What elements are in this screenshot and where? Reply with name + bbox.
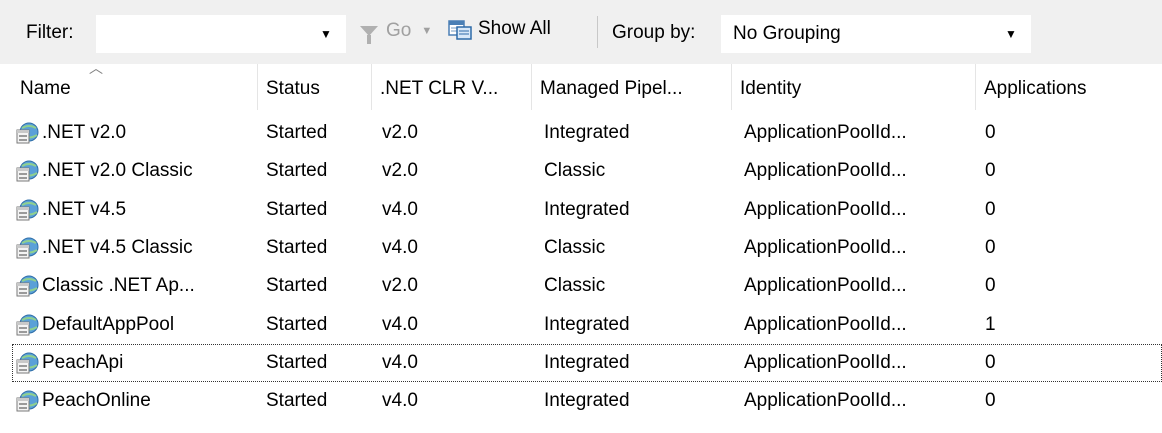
group-by-dropdown-arrow-icon[interactable]: ▼ [1005,27,1017,41]
pool-apps: 0 [985,236,996,258]
pool-clr: v2.0 [382,160,418,182]
application-pool-icon [16,237,39,259]
pool-name: Classic .NET Ap... [42,275,195,297]
go-button[interactable]: Go ▼ [360,20,432,44]
pool-pipeline: Integrated [544,351,630,373]
column-header-clr-version-label: .NET CLR V... [380,78,499,99]
list-item[interactable]: PeachApi Started v4.0 Integrated Application… [0,343,1162,382]
pool-status: Started [266,390,328,412]
show-all-button[interactable]: Show All [448,18,551,40]
go-dropdown-arrow-icon[interactable]: ▼ [421,25,432,37]
group-by-select[interactable]: No Grouping [720,14,1032,54]
pool-clr: v2.0 [382,122,418,143]
list-item[interactable]: .NET v4.5 Classic Started v4.0 Classic Appli… [0,229,1162,267]
list-item[interactable]: .NET v4.5 Started v4.0 Integrated Applicatio… [0,191,1162,229]
pool-identity: ApplicationPoolId... [744,198,907,220]
pool-identity: ApplicationPoolId... [744,160,907,182]
pool-name: .NET v4.5 Classic [42,236,193,258]
list-item[interactable]: .NET v2.0 Classic Started v2.0 Classic Appli… [0,152,1162,190]
pool-status: Started [266,351,328,373]
pool-identity: ApplicationPoolId... [744,313,907,335]
pool-apps: 0 [985,122,996,143]
column-header-identity[interactable]: Identity [732,64,976,110]
pool-name: PeachOnline [42,390,151,412]
filter-toolbar: Filter: ▼ Go ▼ Show All Group by: No Gro… [0,0,1162,65]
list-item[interactable]: DefaultAppPool Started v4.0 Integrated Appli… [0,306,1162,344]
pool-name: DefaultAppPool [42,313,175,335]
column-header-status-label: Status [266,78,320,99]
column-header-managed-pipeline-label: Managed Pipel... [540,78,683,99]
column-header-name[interactable]: ︿ Name [12,60,258,110]
filter-funnel-icon [360,26,378,44]
pool-identity: ApplicationPoolId... [744,275,907,297]
pool-status: Started [266,313,328,335]
column-header-identity-label: Identity [740,78,802,99]
pool-identity: ApplicationPoolId... [744,351,907,373]
application-pool-icon [16,314,39,335]
pool-apps: 0 [985,198,996,220]
filter-dropdown-arrow-icon[interactable]: ▼ [320,27,332,41]
filter-input[interactable] [95,14,347,54]
list-item[interactable]: PeachOnline Started v4.0 Integrated Applicat… [0,382,1162,420]
pool-name: PeachApi [42,351,124,373]
column-header-name-label: Name [20,78,71,99]
column-header-applications-label: Applications [984,78,1087,99]
pool-name: .NET v2.0 Classic [42,160,193,182]
list-item[interactable]: .NET v2.0 Started v2.0 Integrated Applicatio… [0,114,1162,152]
pool-status: Started [266,122,328,143]
pool-status: Started [266,236,328,258]
application-pool-icon [16,275,39,297]
show-all-icon [448,20,472,40]
pool-status: Started [266,198,328,220]
pool-pipeline: Classic [544,160,606,182]
pool-identity: ApplicationPoolId... [744,390,907,412]
pool-name: .NET v4.5 [42,198,127,220]
pool-clr: v4.0 [382,313,418,335]
pool-pipeline: Integrated [544,390,630,412]
group-by-value: No Grouping [733,23,841,44]
pool-status: Started [266,160,328,182]
pool-pipeline: Classic [544,236,606,258]
pool-clr: v4.0 [382,351,418,373]
column-header-status[interactable]: Status [258,64,372,110]
column-header-row: ︿ Name Status .NET CLR V... Managed Pipe… [0,60,1162,110]
toolbar-separator [597,16,598,48]
pool-name: .NET v2.0 [42,122,127,143]
pool-apps: 0 [985,275,996,297]
pool-pipeline: Integrated [544,198,630,220]
pool-identity: ApplicationPoolId... [744,122,907,143]
pool-apps: 0 [985,351,996,373]
pool-apps: 1 [985,313,996,335]
pool-clr: v2.0 [382,275,418,297]
show-all-label: Show All [478,18,551,39]
column-header-applications[interactable]: Applications [976,64,1162,110]
application-pool-icon [16,352,39,374]
application-pool-icon [16,160,39,182]
pool-identity: ApplicationPoolId... [744,236,907,258]
column-header-clr-version[interactable]: .NET CLR V... [372,64,532,110]
list-item[interactable]: Classic .NET Ap... Started v2.0 Classic Appl… [0,267,1162,305]
application-pool-icon [16,122,39,144]
column-header-managed-pipeline[interactable]: Managed Pipel... [532,64,732,110]
filter-label: Filter: [26,22,74,43]
pool-pipeline: Integrated [544,122,630,143]
pool-apps: 0 [985,160,996,182]
pool-clr: v4.0 [382,198,418,220]
pool-clr: v4.0 [382,390,418,412]
application-pool-icon [16,390,39,412]
go-label: Go [386,20,412,41]
pool-clr: v4.0 [382,236,418,258]
pool-pipeline: Integrated [544,313,630,335]
application-pool-icon [16,199,39,221]
sort-ascending-icon: ︿ [89,60,103,76]
group-by-label: Group by: [612,22,696,43]
pool-apps: 0 [985,390,996,412]
pool-pipeline: Classic [544,275,606,297]
pool-status: Started [266,275,328,297]
